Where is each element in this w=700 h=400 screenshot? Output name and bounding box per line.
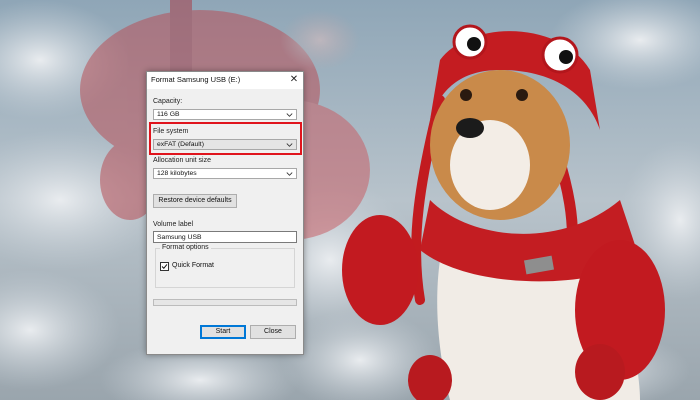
restore-defaults-button[interactable]: Restore device defaults — [153, 194, 237, 208]
filesystem-value: exFAT (Default) — [157, 141, 204, 148]
format-options-label: Format options — [160, 244, 211, 251]
allocation-value: 128 kilobytes — [157, 170, 197, 177]
chevron-down-icon — [286, 113, 293, 117]
quick-format-label: Quick Format — [172, 262, 215, 269]
volume-label-caption: Volume label — [153, 221, 194, 228]
format-options-group: Format options Quick Format — [155, 244, 295, 288]
volume-label-value: Samsung USB — [157, 234, 202, 241]
capacity-select[interactable]: 116 GB — [153, 109, 297, 120]
start-button[interactable]: Start — [200, 325, 246, 339]
background-photo — [0, 0, 700, 400]
close-button[interactable]: Close — [250, 325, 296, 339]
capacity-value: 116 GB — [157, 111, 180, 118]
chevron-down-icon — [286, 143, 293, 147]
format-dialog: Format Samsung USB (E:) ✕ Capacity: 116 … — [146, 71, 304, 355]
allocation-label: Allocation unit size — [153, 157, 211, 164]
filesystem-select[interactable]: exFAT (Default) — [153, 139, 297, 150]
volume-label-input[interactable]: Samsung USB — [153, 231, 297, 243]
checkmark-icon — [161, 264, 168, 269]
quick-format-checkbox[interactable] — [160, 262, 169, 271]
close-icon[interactable]: ✕ — [287, 73, 301, 87]
dialog-title: Format Samsung USB (E:) — [151, 75, 241, 84]
allocation-select[interactable]: 128 kilobytes — [153, 168, 297, 179]
title-bar: Format Samsung USB (E:) ✕ — [147, 72, 303, 89]
chevron-down-icon — [286, 172, 293, 176]
format-progress-bar — [153, 299, 297, 306]
filesystem-label: File system — [153, 128, 189, 135]
capacity-label: Capacity: — [153, 98, 183, 105]
